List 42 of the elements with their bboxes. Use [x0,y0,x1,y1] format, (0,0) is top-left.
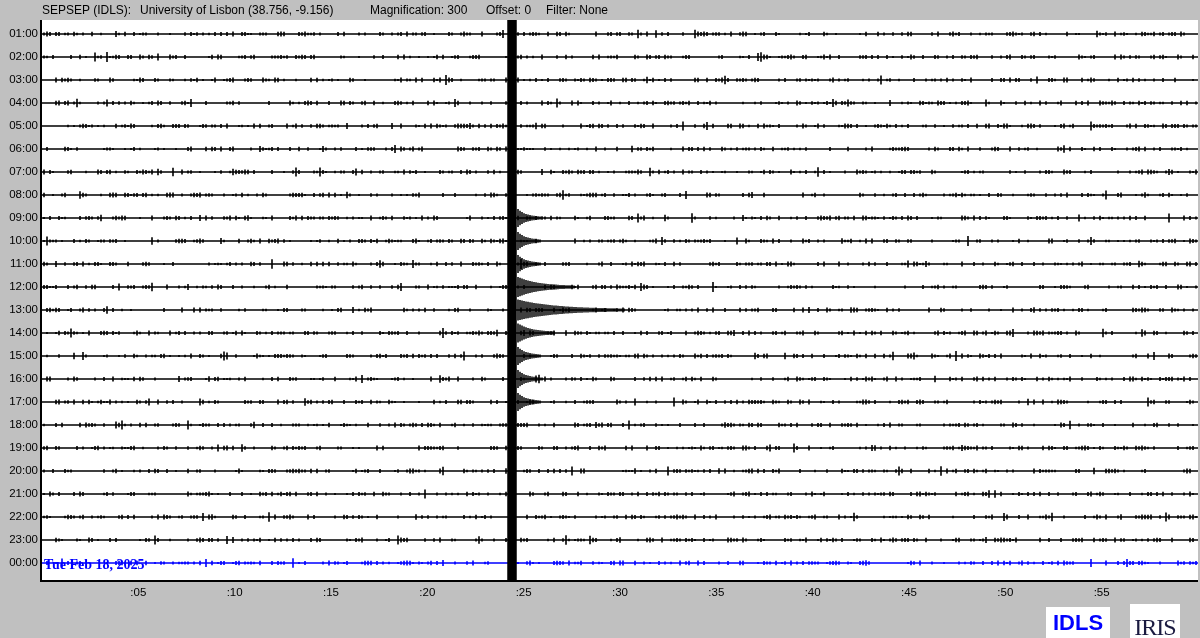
hour-label: 23:00 [8,532,39,547]
hour-label: 15:00 [8,348,39,363]
network-logo: IDLS [1046,607,1110,638]
hour-label: 21:00 [8,486,39,501]
time-tick-label: :20 [419,586,436,598]
hour-label: 11:00 [9,256,39,271]
hour-label: 03:00 [8,72,39,87]
hour-label: 16:00 [8,371,39,386]
filter-label: Filter: None [546,3,609,17]
time-tick-label: :45 [901,586,917,598]
magnification-label: Magnification: 300 [370,3,469,17]
hour-label: 12:00 [8,279,39,294]
time-tick-label: :10 [226,586,243,598]
hour-label: 22:00 [8,509,39,524]
time-tick-label: :35 [708,586,725,598]
time-tick-label: :30 [612,586,628,598]
location-label: University of Lisbon (38.756, -9.156) [140,3,335,17]
hour-label: 02:00 [8,49,39,64]
iris-logo: IRIS [1130,604,1180,638]
time-tick-label: :25 [515,586,532,598]
time-tick-label: :50 [997,586,1014,598]
hour-label: 04:00 [8,95,39,110]
hour-label: 20:00 [8,463,39,478]
hour-label: 07:00 [8,164,39,179]
hour-label: 00:00 [8,555,39,570]
offset-label: Offset: 0 [486,3,533,17]
hour-label: 10:00 [8,233,39,248]
station-label: SEPSEP (IDLS): [42,3,133,17]
hour-label: 06:00 [8,141,39,156]
hour-label: 14:00 [8,325,39,340]
time-tick-label: :15 [323,586,339,598]
time-tick-label: :40 [804,586,821,598]
time-tick-label: :55 [1093,586,1110,598]
hour-label: 18:00 [8,417,39,432]
time-tick-label: :05 [130,586,147,598]
hour-label: 13:00 [8,302,39,317]
hour-label: 01:00 [8,26,39,41]
hour-label: 19:00 [8,440,39,455]
hour-label: 08:00 [8,187,39,202]
hour-label: 05:00 [8,118,39,133]
hour-label: 17:00 [8,394,39,409]
hour-label: 09:00 [8,210,39,225]
